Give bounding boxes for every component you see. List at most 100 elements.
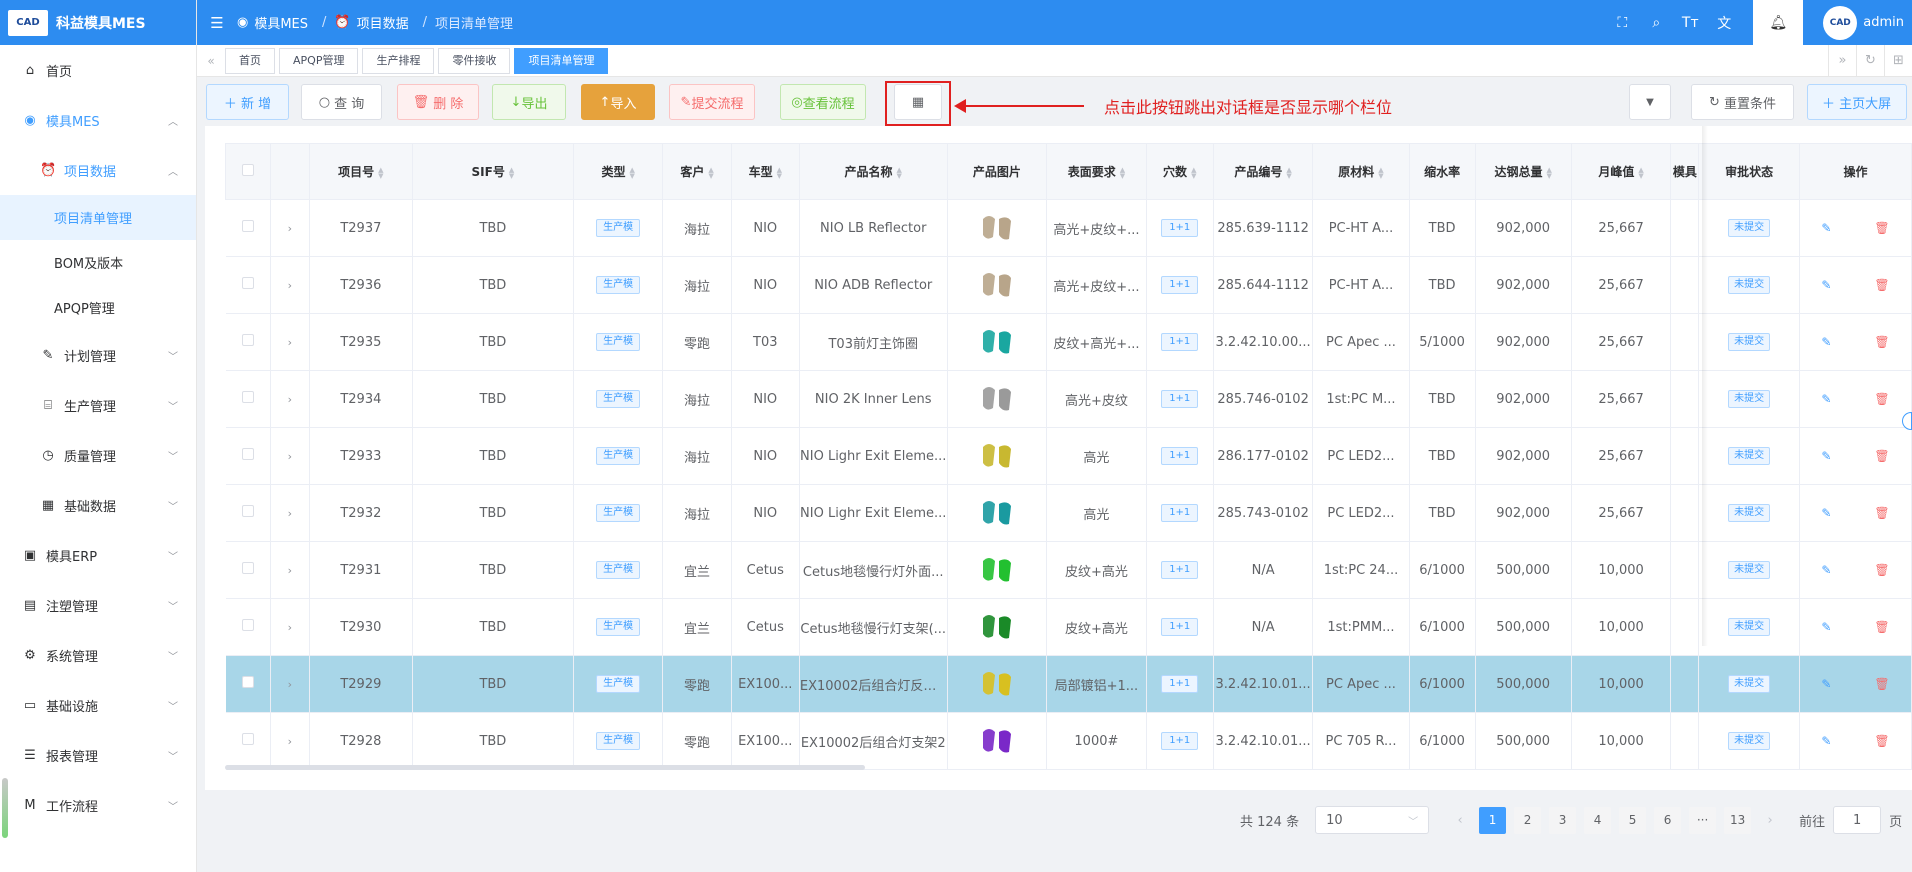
product-thumbnail[interactable] <box>977 496 1017 530</box>
export-button[interactable]: ↓ 导出 <box>492 84 566 120</box>
product-thumbnail[interactable] <box>977 553 1017 587</box>
sort-icon[interactable]: ▲ ▼ <box>708 166 713 179</box>
select-all-checkbox[interactable] <box>241 164 254 176</box>
search-icon[interactable]: ⌕ <box>1639 15 1673 31</box>
table-row[interactable]: › T2934 TBD 生产模 海拉 NIO NIO 2K Inner Lens 高光+皮纹 1… <box>225 370 1912 428</box>
sort-icon[interactable]: ▲ ▼ <box>378 166 383 179</box>
sort-icon[interactable]: ▲ ▼ <box>777 166 782 179</box>
prev-page-icon[interactable]: ‹ <box>1445 813 1475 828</box>
edit-icon[interactable]: ✎ <box>1821 677 1831 691</box>
delete-button[interactable]: 🗑︎ 删 除 <box>397 84 479 120</box>
app-logo[interactable]: CAD 科益模具MES <box>0 0 196 45</box>
page-number[interactable]: 5 <box>1619 806 1647 834</box>
product-thumbnail[interactable] <box>977 610 1017 644</box>
col-header-total[interactable]: 达钢总量 ▲ ▼ <box>1474 143 1572 200</box>
row-checkbox[interactable] <box>241 733 254 745</box>
edit-icon[interactable]: ✎ <box>1821 620 1831 634</box>
trash-icon[interactable]: 🗑︎ <box>1874 392 1889 406</box>
chevron-right-icon[interactable]: › <box>288 393 292 406</box>
product-thumbnail[interactable] <box>977 667 1017 701</box>
sort-icon[interactable]: ▲ ▼ <box>1378 166 1383 179</box>
page-number[interactable]: 6 <box>1654 806 1682 834</box>
tab-production-schedule[interactable]: 生产排程 <box>362 47 435 74</box>
trash-icon[interactable]: 🗑︎ <box>1874 677 1889 691</box>
trash-icon[interactable]: 🗑︎ <box>1874 335 1889 349</box>
edit-icon[interactable]: ✎ <box>1821 506 1831 520</box>
row-checkbox[interactable] <box>241 676 254 688</box>
chevron-right-icon[interactable]: › <box>288 279 292 292</box>
goto-page-input[interactable]: 1 <box>1833 806 1882 834</box>
sort-icon[interactable]: ▲ ▼ <box>897 166 902 179</box>
column-settings-button[interactable]: ▦ <box>894 84 942 120</box>
chevron-right-icon[interactable]: › <box>288 450 292 463</box>
edit-icon[interactable]: ✎ <box>1821 449 1831 463</box>
col-header-product-code[interactable]: 产品编号 ▲ ▼ <box>1212 143 1314 200</box>
sidebar-item-workflow[interactable]: M 工作流程 ﹀ <box>0 780 196 830</box>
product-thumbnail[interactable] <box>977 382 1017 416</box>
product-thumbnail[interactable] <box>977 211 1017 245</box>
row-checkbox[interactable] <box>241 562 254 574</box>
edit-icon[interactable]: ✎ <box>1821 734 1831 748</box>
sidebar-item-mold-erp[interactable]: ▣ 模具ERP ﹀ <box>0 530 196 580</box>
table-row[interactable]: › T2937 TBD 生产模 海拉 NIO NIO LB Reflector 高光+皮纹+.… <box>225 199 1912 257</box>
tab-part-receive[interactable]: 零件接收 <box>438 47 511 74</box>
product-thumbnail[interactable] <box>977 325 1017 359</box>
edit-icon[interactable]: ✎ <box>1821 335 1831 349</box>
user-menu[interactable]: CAD admin <box>1803 5 1912 40</box>
next-page-icon[interactable]: › <box>1755 813 1785 828</box>
tab-home[interactable]: 首页 <box>225 47 275 74</box>
chevron-right-icon[interactable]: › <box>288 507 292 520</box>
table-row[interactable]: › T2930 TBD 生产模 宜兰 Cetus Cetus地毯慢行灯支架(... 皮纹+高光… <box>225 598 1912 656</box>
row-checkbox[interactable] <box>241 619 254 631</box>
sidebar-scrollbar[interactable] <box>2 778 8 838</box>
page-number[interactable]: 1 <box>1479 806 1507 834</box>
col-header-cavity[interactable]: 穴数 ▲ ▼ <box>1145 143 1214 200</box>
sidebar-item-injection[interactable]: ▤ 注塑管理 ﹀ <box>0 580 196 630</box>
product-thumbnail[interactable] <box>977 268 1017 302</box>
trash-icon[interactable]: 🗑︎ <box>1874 734 1889 748</box>
row-checkbox[interactable] <box>241 391 254 403</box>
hamburger-menu-icon[interactable]: ☰ <box>197 14 237 32</box>
tab-project-list[interactable]: 项目清单管理 <box>514 47 609 74</box>
breadcrumb-item[interactable]: 项目数据 <box>357 13 409 32</box>
query-button[interactable]: ○ 查 询 <box>301 84 382 120</box>
col-header-car[interactable]: 车型 ▲ ▼ <box>730 143 800 200</box>
row-checkbox[interactable] <box>241 220 254 232</box>
page-number[interactable]: 4 <box>1584 806 1612 834</box>
sort-icon[interactable]: ▲ ▼ <box>1286 166 1291 179</box>
reset-conditions-button[interactable]: ↻ 重置条件 <box>1691 84 1794 120</box>
edit-icon[interactable]: ✎ <box>1821 392 1831 406</box>
trash-icon[interactable]: 🗑︎ <box>1874 563 1889 577</box>
row-checkbox[interactable] <box>241 277 254 289</box>
product-thumbnail[interactable] <box>977 439 1017 473</box>
page-number[interactable]: 2 <box>1514 806 1542 834</box>
bell-icon[interactable]: 🔔︎ <box>1753 0 1804 45</box>
product-thumbnail[interactable] <box>977 724 1017 758</box>
sidebar-item-infrastructure[interactable]: ▭ 基础设施 ﹀ <box>0 680 196 730</box>
page-ellipsis[interactable]: ··· <box>1689 806 1717 834</box>
chevron-right-icon[interactable]: › <box>288 564 292 577</box>
chevron-right-icon[interactable]: › <box>288 678 292 691</box>
table-row[interactable]: › T2929 TBD 生产模 零跑 EX100... EX10002后组合灯反射... 局部… <box>225 655 1912 713</box>
sidebar-item-project-data[interactable]: ⏰ 项目数据 ︿ <box>0 145 196 195</box>
sidebar-item-home[interactable]: ⌂ 首页 <box>0 45 196 95</box>
col-header-product-name[interactable]: 产品名称 ▲ ▼ <box>798 143 948 200</box>
trash-icon[interactable]: 🗑︎ <box>1874 506 1889 520</box>
table-row[interactable]: › T2936 TBD 生产模 海拉 NIO NIO ADB Reflector 高光+皮纹+… <box>225 256 1912 314</box>
tab-apqp[interactable]: APQP管理 <box>279 47 359 74</box>
sidebar-item-mold-mes[interactable]: ◉ 模具MES ︿ <box>0 95 196 145</box>
col-header-surface[interactable]: 表面要求 ▲ ▼ <box>1046 143 1147 200</box>
sort-icon[interactable]: ▲ ▼ <box>629 166 634 179</box>
refresh-icon[interactable]: ↻ <box>1856 45 1884 77</box>
table-row[interactable]: › T2935 TBD 生产模 零跑 T03 T03前灯主饰圈 皮纹+高光+... 1+1 3.2… <box>225 313 1912 371</box>
row-checkbox[interactable] <box>241 448 254 460</box>
page-size-select[interactable]: 10 ﹀ <box>1315 806 1430 834</box>
trash-icon[interactable]: 🗑︎ <box>1874 278 1889 292</box>
sort-icon[interactable]: ▲ ▼ <box>1638 166 1643 179</box>
sidebar-item-quality[interactable]: ◷ 质量管理 ﹀ <box>0 430 196 480</box>
edit-icon[interactable]: ✎ <box>1821 563 1831 577</box>
tags-scroll-left-icon[interactable]: « <box>197 54 225 68</box>
import-button[interactable]: ↑ 导入 <box>581 84 655 120</box>
sort-icon[interactable]: ▲ ▼ <box>1191 166 1196 179</box>
chevron-right-icon[interactable]: › <box>288 222 292 235</box>
